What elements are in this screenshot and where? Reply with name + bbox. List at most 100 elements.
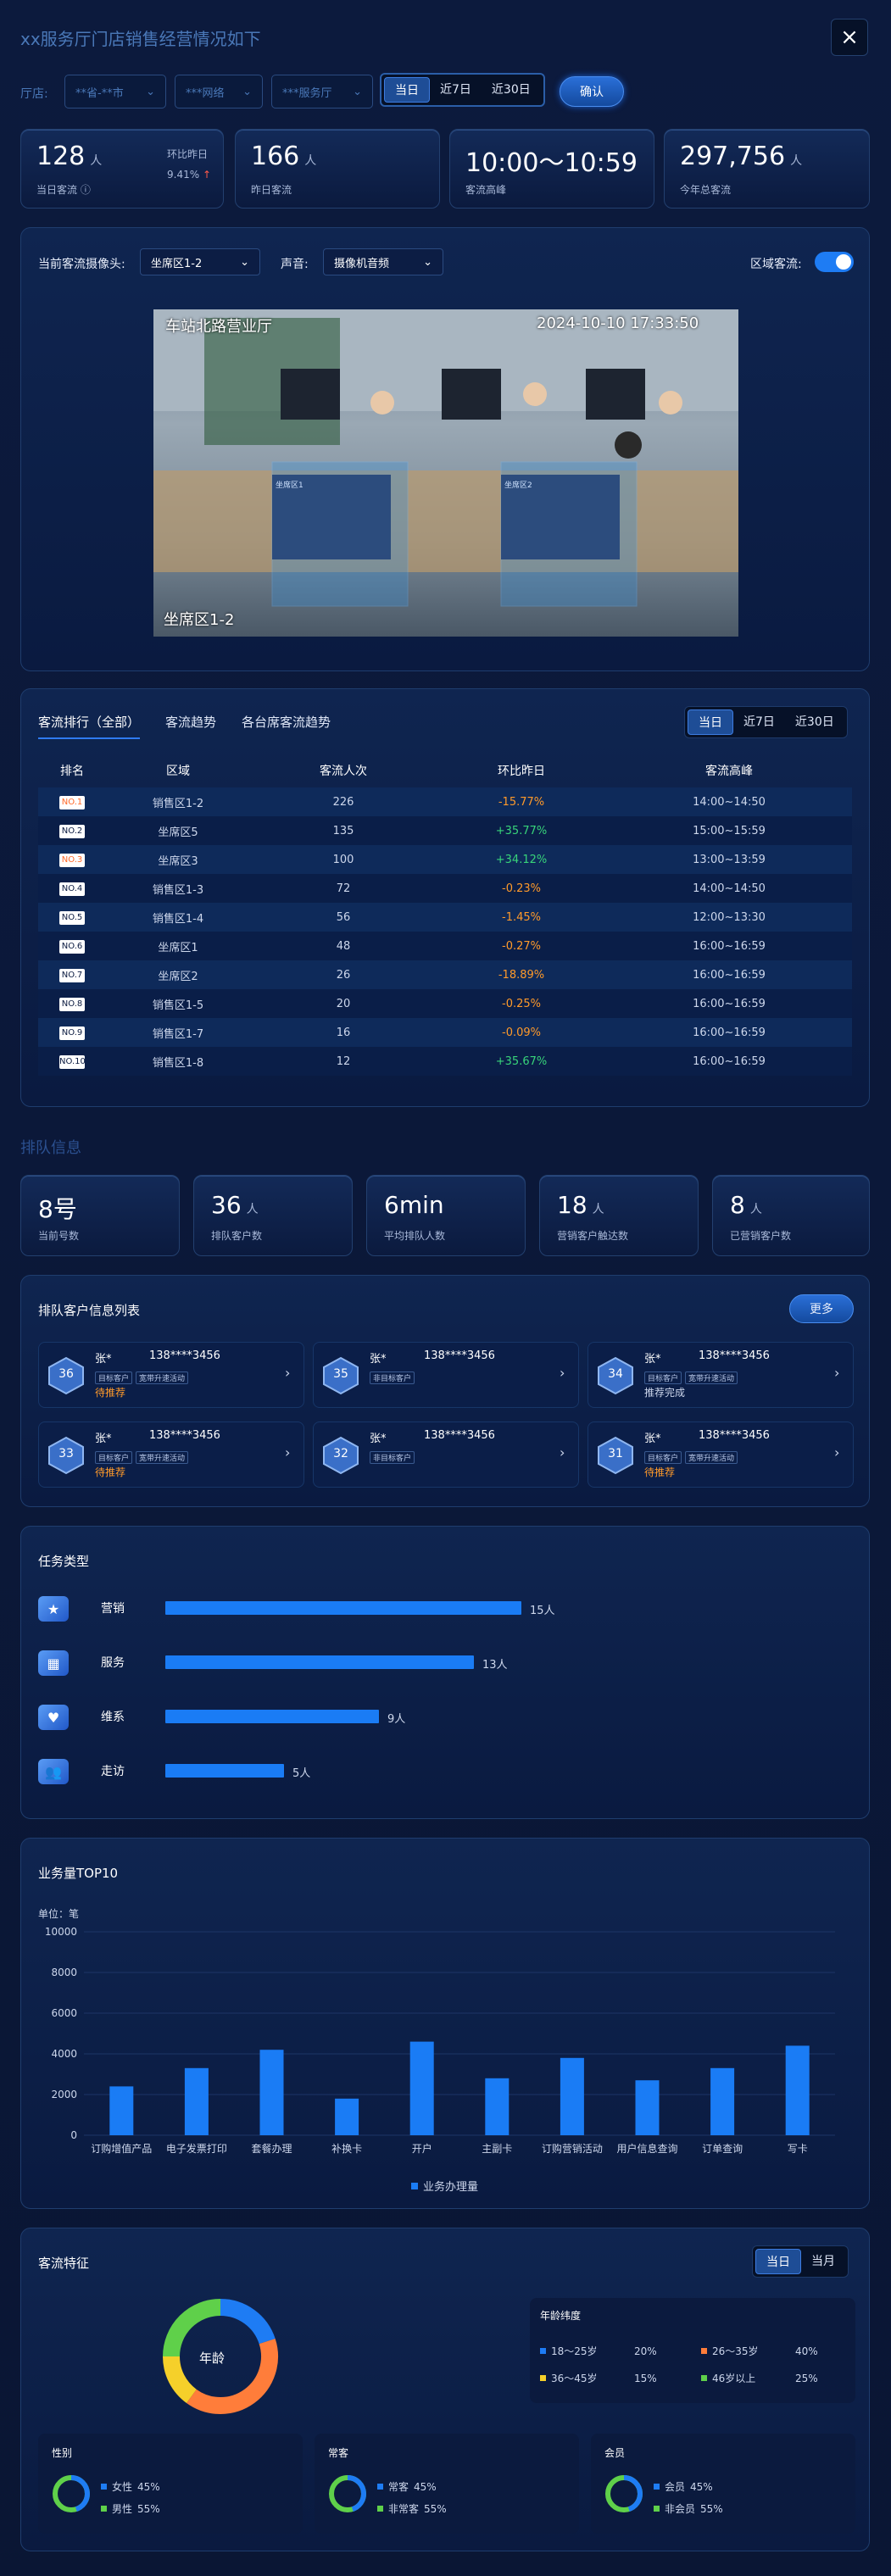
rank-cell: NO.3 — [38, 845, 106, 874]
area-cell: 销售区1-7 — [106, 1018, 250, 1047]
queue-stat-card: 6min 平均排队人数 — [366, 1175, 526, 1256]
chevron-right-icon[interactable]: › — [285, 1365, 290, 1381]
stat-label: 客流高峰 — [465, 184, 507, 196]
age-pct: 25% — [795, 2372, 818, 2384]
queue-stat-value-wrap: 18 人 — [557, 1191, 604, 1219]
city-value: **省-**市 — [75, 86, 124, 100]
period-today[interactable]: 当日 — [384, 77, 430, 103]
chevron-right-icon[interactable]: › — [285, 1444, 290, 1460]
period-month[interactable]: 当月 — [801, 2249, 845, 2274]
feature-group-card: 常客 常客 45% 非常客 55% — [315, 2434, 579, 2534]
tab-ranking[interactable]: 客流排行（全部） — [38, 713, 141, 739]
queue-number-badge: 36 — [47, 1356, 85, 1395]
camera-select[interactable]: 坐席区1-2 ⌄ — [140, 248, 260, 275]
queue-stat-label: 平均排队人数 — [384, 1230, 446, 1242]
customer-tags: 非目标客户 — [370, 1448, 418, 1464]
age-label: 46岁以上 — [712, 2373, 756, 2384]
task-bar — [165, 1601, 521, 1615]
customer-status: 推荐完成 — [644, 1387, 686, 1399]
list-item[interactable]: 34 张* 138****3456 目标客户 宽带升速活动 推荐完成 › — [588, 1342, 854, 1408]
network-select[interactable]: ***网络 ⌄ — [175, 75, 263, 108]
period-7d[interactable]: 近7日 — [430, 77, 482, 103]
period-7d[interactable]: 近7日 — [733, 709, 785, 735]
customer-name: 张* — [644, 1433, 661, 1445]
chevron-right-icon[interactable]: › — [560, 1365, 565, 1381]
chevron-right-icon[interactable]: › — [834, 1365, 839, 1381]
customer-tag: 目标客户 — [95, 1371, 133, 1384]
x-tick-label: 订购营销活动 — [542, 2142, 603, 2155]
customer-tag: 宽带升速活动 — [136, 1371, 189, 1384]
customer-tags: 目标客户 宽带升速活动 — [95, 1448, 192, 1464]
business-chart-panel: 业务量TOP10 单位：笔 0 2000 4000 6000 8000 10000 订购增值… — [20, 1838, 870, 2209]
age-legend-title: 年龄纬度 — [540, 2310, 582, 2322]
list-item[interactable]: 33 张* 138****3456 目标客户 宽带升速活动 待推荐 › — [38, 1422, 304, 1488]
list-item[interactable]: 35 张* 138****3456 非目标客户 › — [313, 1342, 579, 1408]
more-button[interactable]: 更多 — [789, 1294, 854, 1323]
customer-tag: 宽带升速活动 — [685, 1451, 738, 1464]
rank-badge: NO.4 — [59, 882, 85, 896]
queue-number: 36 — [58, 1367, 74, 1381]
rank-badge: NO.1 — [59, 795, 85, 810]
customer-tag: 目标客户 — [644, 1451, 682, 1464]
tab-desk-trend[interactable]: 各台席客流趋势 — [242, 713, 331, 739]
legend-swatch — [654, 2506, 660, 2512]
chevron-right-icon[interactable]: › — [834, 1444, 839, 1460]
queue-number-badge: 35 — [322, 1356, 359, 1395]
customer-name: 张* — [370, 1353, 387, 1366]
rank-badge: NO.6 — [59, 939, 85, 954]
hall-value: ***服务厅 — [282, 86, 332, 100]
rank-badge: NO.9 — [59, 1026, 85, 1040]
peak-cell: 16:00~16:59 — [606, 989, 852, 1018]
period-today[interactable]: 当日 — [755, 2249, 801, 2274]
rank-cell: NO.4 — [38, 874, 106, 903]
person — [523, 382, 547, 406]
rank-cell: NO.8 — [38, 989, 106, 1018]
task-label: 维系 — [101, 1711, 125, 1724]
list-item[interactable]: 32 张* 138****3456 非目标客户 › — [313, 1422, 579, 1488]
camera-feed[interactable]: 车站北路营业厅 2024-10-10 17:33:50 坐席区1 坐席区2 坐席… — [153, 309, 738, 637]
change-cell: -15.77% — [437, 787, 606, 816]
chevron-right-icon[interactable]: › — [560, 1444, 565, 1460]
legend-swatch — [540, 2348, 546, 2354]
age-legend-item: 26～35岁 40% — [701, 2344, 818, 2358]
period-today[interactable]: 当日 — [688, 709, 733, 735]
audio-select[interactable]: 摄像机音频 ⌄ — [323, 248, 443, 275]
region-flow-toggle[interactable] — [815, 252, 854, 272]
peak-cell: 14:00~14:50 — [606, 787, 852, 816]
city-select[interactable]: **省-**市 ⌄ — [64, 75, 166, 108]
list-item[interactable]: 36 张* 138****3456 目标客户 宽带升速活动 待推荐 › — [38, 1342, 304, 1408]
queue-stat-value-wrap: 36 人 — [211, 1191, 259, 1219]
col-peak: 客流高峰 — [705, 765, 753, 778]
close-button[interactable]: × — [831, 19, 868, 56]
queue-stat-value: 8 — [730, 1191, 745, 1219]
info-icon[interactable]: ⓘ — [81, 184, 91, 196]
rank-cell: NO.2 — [38, 816, 106, 845]
rank-badge: NO.8 — [59, 997, 85, 1011]
customer-tag: 宽带升速活动 — [136, 1451, 189, 1464]
period-30d[interactable]: 近30日 — [785, 709, 844, 735]
customer-tags: 目标客户 宽带升速活动 — [95, 1368, 192, 1384]
rank-badge: NO.2 — [59, 824, 85, 838]
customer-phone: 138****3456 — [699, 1349, 770, 1362]
chevron-down-icon: ⌄ — [353, 85, 362, 98]
period-30d[interactable]: 近30日 — [482, 77, 541, 103]
feature-ring — [605, 2475, 643, 2512]
list-item[interactable]: 31 张* 138****3456 目标客户 宽带升速活动 待推荐 › — [588, 1422, 854, 1488]
tab-trend[interactable]: 客流趋势 — [165, 713, 216, 739]
task-label: 走访 — [101, 1765, 125, 1778]
ranking-table-body: NO.1 销售区1-2 226 -15.77% 14:00~14:50 NO.2 坐席区5 1… — [38, 787, 852, 1076]
confirm-button[interactable]: 确认 — [560, 76, 624, 107]
y-tick-label: 4000 — [51, 2048, 77, 2060]
count-cell: 16 — [250, 1018, 437, 1047]
page-title: xx服务厅门店销售经营情况如下 — [20, 29, 261, 49]
x-tick-label: 补换卡 — [331, 2143, 362, 2155]
monitor — [442, 369, 501, 420]
customer-name: 张* — [95, 1433, 112, 1445]
overlay-zone-name: 坐席区1-2 — [164, 611, 235, 629]
peak-cell: 16:00~16:59 — [606, 960, 852, 989]
change-cell: -0.09% — [437, 1018, 606, 1047]
table-row: NO.9 销售区1-7 16 -0.09% 16:00~16:59 — [38, 1018, 852, 1047]
rank-cell: NO.5 — [38, 903, 106, 932]
hall-select[interactable]: ***服务厅 ⌄ — [271, 75, 373, 108]
count-cell: 72 — [250, 874, 437, 903]
